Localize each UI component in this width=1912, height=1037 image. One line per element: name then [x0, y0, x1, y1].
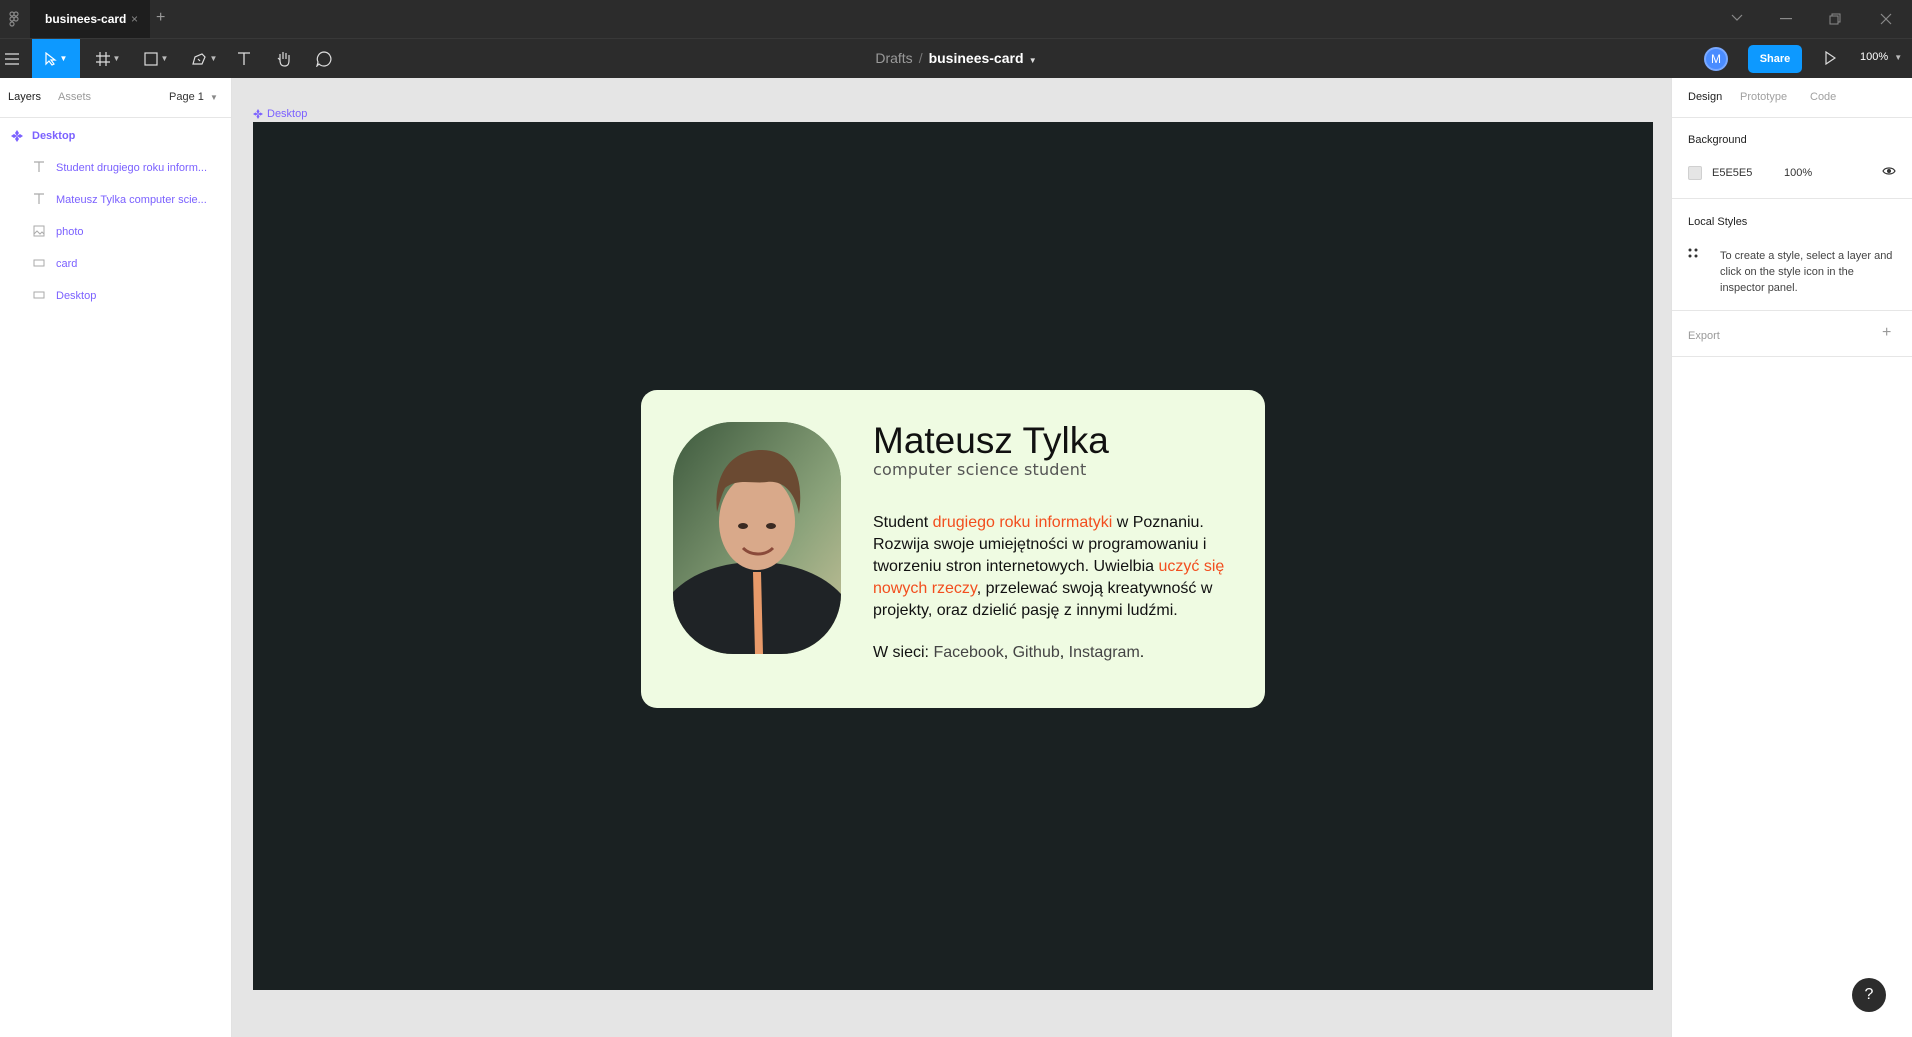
layer-label: photo — [56, 226, 84, 238]
zoom-value: 100% — [1860, 51, 1889, 63]
chevron-down-icon[interactable]: ▼ — [1027, 56, 1037, 65]
local-styles-help: To create a style, select a layer and cl… — [1720, 250, 1893, 294]
background-color-swatch[interactable] — [1688, 166, 1702, 180]
link-facebook[interactable]: Facebook — [933, 644, 1003, 661]
tab-layers[interactable]: Layers — [8, 91, 41, 103]
file-tab[interactable]: businees-card × — [30, 0, 150, 38]
layer-desktop-frame[interactable]: Desktop — [0, 120, 231, 152]
toolbar: ▼ ▼ ▼ ▼ Drafts / businees-card ▼ M Share 1… — [0, 38, 1912, 78]
layer-card[interactable]: card — [0, 248, 231, 280]
tab-assets[interactable]: Assets — [58, 91, 91, 103]
file-name[interactable]: businees-card — [929, 50, 1024, 66]
divider — [1672, 356, 1912, 357]
layer-desktop-rect[interactable]: Desktop — [0, 280, 231, 312]
business-card[interactable]: Mateusz Tylka computer science student S… — [641, 390, 1265, 708]
breadcrumb-drafts[interactable]: Drafts — [875, 50, 912, 66]
profile-photo[interactable] — [673, 422, 841, 654]
restore-icon[interactable] — [1829, 13, 1841, 25]
rectangle-layer-icon — [33, 259, 45, 267]
tab-design[interactable]: Design — [1688, 91, 1722, 103]
add-tab-button[interactable]: + — [156, 9, 165, 27]
layer-label: Desktop — [32, 130, 76, 142]
close-tab-icon[interactable]: × — [131, 12, 138, 26]
close-window-icon[interactable] — [1880, 13, 1892, 25]
card-name: Mateusz Tylka — [873, 420, 1109, 461]
card-subtitle: computer science student — [873, 460, 1087, 479]
layer-description-text[interactable]: Student drugiego roku inform... — [0, 152, 231, 184]
card-description: Student drugiego roku informatyki w Pozn… — [873, 512, 1243, 622]
page-selector[interactable]: Page 1 ▼ — [169, 91, 218, 103]
local-styles-title: Local Styles — [1688, 216, 1748, 228]
file-tab-label: businees-card — [45, 12, 127, 26]
links-prefix: W sieci: — [873, 644, 934, 661]
help-button[interactable]: ? — [1852, 978, 1886, 1012]
frame-icon — [11, 130, 23, 142]
styles-grid-icon — [1688, 248, 1698, 258]
right-panel-tabs: Design Prototype Code — [1672, 78, 1912, 118]
layer-name-text[interactable]: Mateusz Tylka computer scie... — [0, 184, 231, 216]
card-social-links: W sieci: Facebook, Github, Instagram. — [873, 644, 1144, 662]
divider — [1672, 198, 1912, 199]
layers-panel: Layers Assets Page 1 ▼ Desktop Student d… — [0, 78, 232, 1037]
design-panel: Design Prototype Code Background E5E5E5 … — [1671, 78, 1912, 1037]
layer-label: Student drugiego roku inform... — [56, 162, 208, 174]
tab-code[interactable]: Code — [1810, 91, 1836, 103]
breadcrumb-separator: / — [918, 50, 923, 66]
divider — [1672, 310, 1912, 311]
zoom-dropdown[interactable]: 100% ▼ — [1860, 51, 1902, 63]
link-instagram[interactable]: Instagram — [1069, 644, 1140, 661]
links-separator: , — [1003, 644, 1013, 661]
page-name: Page 1 — [169, 91, 204, 103]
chevron-down-icon: ▼ — [1894, 53, 1903, 62]
image-layer-icon — [33, 225, 45, 237]
layer-label: Desktop — [56, 290, 97, 302]
text-layer-icon — [34, 193, 44, 204]
desc-text-1: Student — [873, 514, 933, 531]
portrait-illustration — [673, 422, 841, 654]
desc-highlight-1: drugiego roku informatyki — [932, 514, 1113, 531]
minimize-icon[interactable] — [1780, 18, 1792, 20]
background-hex-input[interactable]: E5E5E5 — [1712, 167, 1752, 179]
layer-label: card — [56, 258, 78, 270]
links-separator: , — [1059, 644, 1069, 661]
tab-prototype[interactable]: Prototype — [1740, 91, 1787, 103]
avatar[interactable]: M — [1704, 47, 1728, 71]
frame-label[interactable]: Desktop — [253, 108, 307, 120]
layer-photo[interactable]: photo — [0, 216, 231, 248]
frame-label-text: Desktop — [267, 108, 308, 120]
add-export-button[interactable]: + — [1882, 324, 1891, 342]
export-section-title: Export — [1688, 330, 1720, 342]
frame-icon — [253, 109, 263, 119]
title-bar: businees-card × + — [0, 0, 1912, 38]
share-button[interactable]: Share — [1748, 45, 1802, 73]
present-play-icon[interactable] — [1824, 51, 1836, 65]
text-layer-icon — [34, 161, 44, 172]
eye-icon[interactable] — [1882, 166, 1896, 176]
links-end: . — [1139, 644, 1145, 661]
figma-logo-icon[interactable] — [6, 11, 22, 27]
background-section-title: Background — [1688, 134, 1747, 146]
rectangle-layer-icon — [33, 291, 45, 299]
link-github[interactable]: Github — [1013, 644, 1060, 661]
chevron-down-icon[interactable] — [1731, 14, 1743, 22]
background-opacity-input[interactable]: 100% — [1784, 167, 1812, 179]
layer-label: Mateusz Tylka computer scie... — [56, 194, 207, 206]
chevron-down-icon: ▼ — [209, 93, 218, 102]
desktop-frame[interactable]: Mateusz Tylka computer science student S… — [253, 122, 1653, 990]
left-panel-tabs: Layers Assets Page 1 ▼ — [0, 78, 231, 118]
breadcrumb: Drafts / businees-card ▼ — [0, 50, 1912, 66]
